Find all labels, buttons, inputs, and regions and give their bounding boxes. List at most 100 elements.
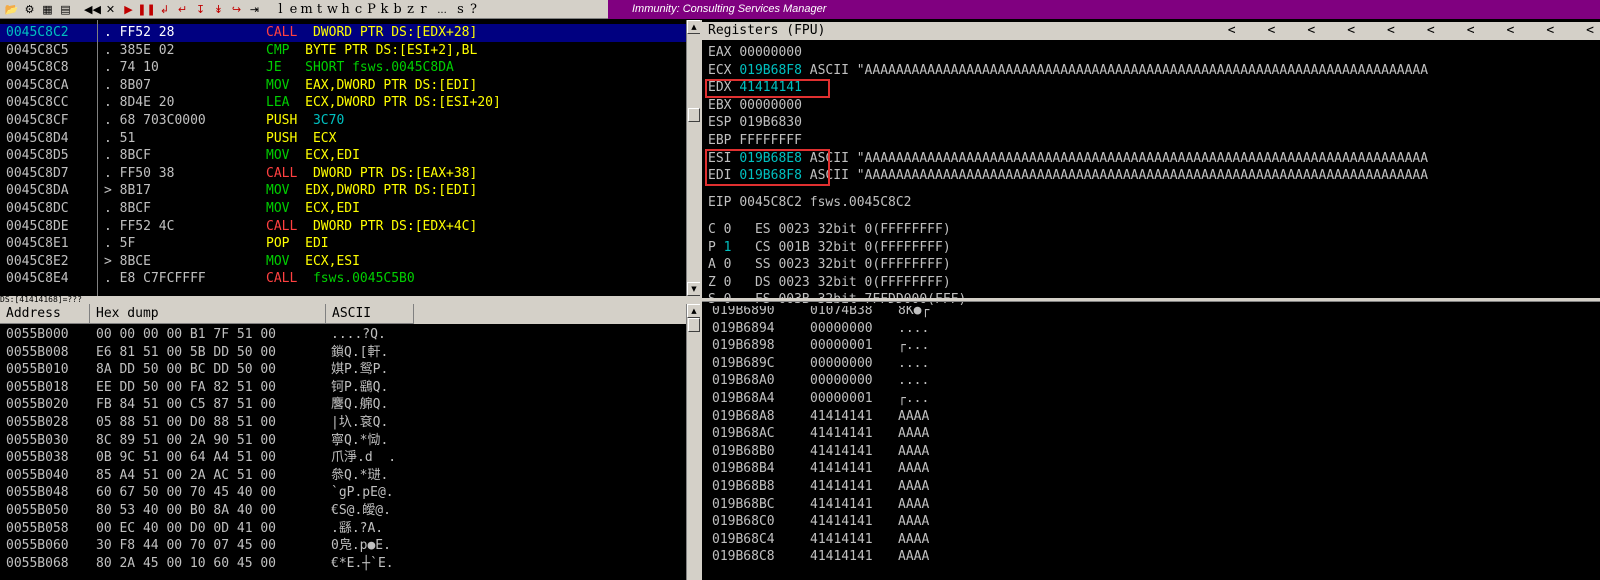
register-value[interactable]: 00000000 <box>739 98 802 113</box>
register-ebp[interactable]: EBP FFFFFFFF <box>708 132 810 150</box>
stack-row[interactable]: 019B68B0 41414141 AAAA <box>712 443 929 461</box>
register-eax[interactable]: EAX 00000000 <box>708 44 810 62</box>
dump-row[interactable]: 0055B060 30 F8 44 00 70 07 45 00 0凫.p●E. <box>0 537 686 555</box>
disasm-row[interactable]: 0045C8CC . 8D4E 20 LEA ECX,DWORD PTR DS:[E… <box>0 94 686 112</box>
play-icon[interactable]: ▶ <box>121 2 136 17</box>
dump-row[interactable]: 0055B058 00 EC 40 00 D0 0D 41 00 .繇.?A. <box>0 520 686 538</box>
horizontal-splitter[interactable] <box>702 298 1600 302</box>
register-arrow-icon[interactable]: < <box>1307 22 1315 40</box>
dump-row[interactable]: 0055B030 8C 89 51 00 2A 90 51 00 寧Q.*恸. <box>0 432 686 450</box>
disasm-row[interactable]: 0045C8C8 . 74 10 JE SHORT fsws.0045C8DA <box>0 59 686 77</box>
toolbar-letter-4[interactable]: w <box>326 2 339 17</box>
dump-row[interactable]: 0055B048 60 67 50 00 70 45 40 00 `gP.pE@. <box>0 484 686 502</box>
flag-row[interactable]: P 1 CS 001B 32bit 0(FFFFFFFF) <box>708 239 951 257</box>
dump-col-address[interactable]: Address <box>0 304 90 324</box>
register-arrow-icon[interactable]: < <box>1268 22 1276 40</box>
register-arrow-icon[interactable]: < <box>1347 22 1355 40</box>
dump-row[interactable]: 0055B038 0B 9C 51 00 64 A4 51 00 爪淨.d . <box>0 449 686 467</box>
eip-value[interactable]: 0045C8C2 <box>739 195 802 210</box>
disasm-row[interactable]: 0045C8E2 > 8BCE MOV ECX,ESI <box>0 253 686 271</box>
scroll-up-arrow-icon[interactable]: ▲ <box>687 20 700 34</box>
disasm-row[interactable]: 0045C8D4 . 51 PUSH ECX <box>0 130 686 148</box>
toolbar-letter-10[interactable]: z <box>404 2 417 17</box>
register-value[interactable]: 019B6830 <box>739 115 802 130</box>
go-to-icon[interactable]: ⇥ <box>247 2 262 17</box>
step-over-icon[interactable]: ↵ <box>175 2 190 17</box>
stack-row[interactable]: 019B68C0 41414141 AAAA <box>712 513 929 531</box>
rewind-icon[interactable]: ◀◀ <box>84 2 101 17</box>
disasm-row[interactable]: 0045C8DE . FF52 4C CALL DWORD PTR DS:[EDX+… <box>0 218 686 236</box>
dump-row[interactable]: 0055B000 00 00 00 00 B1 7F 51 00 ....?Q. <box>0 326 686 344</box>
disasm-row[interactable]: 0045C8DC . 8BCF MOV ECX,EDI <box>0 200 686 218</box>
grid-icon[interactable]: ▦ <box>40 2 55 17</box>
step-into-icon[interactable]: ↲ <box>157 2 172 17</box>
memory-icon[interactable]: ▤ <box>58 2 73 17</box>
disasm-scrollbar[interactable]: ▲ ▼ <box>686 20 700 296</box>
scroll-thumb[interactable] <box>688 108 700 122</box>
register-value[interactable]: FFFFFFFF <box>739 133 802 148</box>
disasm-row[interactable]: 0045C8C2 . FF52 28 CALL DWORD PTR DS:[EDX+… <box>0 24 686 42</box>
register-arrow-icon[interactable]: < <box>1228 22 1236 40</box>
flag-bit[interactable]: 1 <box>724 240 732 255</box>
flag-bit[interactable]: 0 <box>724 257 732 272</box>
stack-row[interactable]: 019B6898 00000001 ┌... <box>712 337 929 355</box>
trace-into-icon[interactable]: ↧ <box>193 2 208 17</box>
dump-row[interactable]: 0055B068 80 2A 45 00 10 60 45 00 €*E.┼`E. <box>0 555 686 573</box>
toolbar-letter-5[interactable]: h <box>339 2 352 17</box>
register-eip[interactable]: EIP 0045C8C2 fsws.0045C8C2 <box>708 194 912 212</box>
dump-row[interactable]: 0055B040 85 A4 51 00 2A AC 51 00 叅Q.*琎. <box>0 467 686 485</box>
stack-row[interactable]: 019B68A0 00000000.... <box>712 372 929 390</box>
toolbar-letter-7[interactable]: P <box>365 2 378 17</box>
dump-col-hex[interactable]: Hex dump <box>90 304 326 324</box>
scroll-down-arrow-icon[interactable]: ▼ <box>687 282 700 296</box>
stack-row[interactable]: 019B68AC 41414141 AAAA <box>712 425 929 443</box>
dump-row[interactable]: 0055B008 E6 81 51 00 5B DD 50 00 鎖Q.[軒. <box>0 344 686 362</box>
stack-row[interactable]: 019B68A4 00000001 ┌... <box>712 390 929 408</box>
toolbar-letter-0[interactable]: l <box>274 2 287 17</box>
column-divider[interactable] <box>97 20 98 296</box>
dump-row[interactable]: 0055B010 8A DD 50 00 BC DD 50 00 娸P.鸳P. <box>0 361 686 379</box>
toolbar-letter-6[interactable]: c <box>352 2 365 17</box>
stack-row[interactable]: 019B68C4 41414141 AAAA <box>712 531 929 549</box>
toolbar-letter-13[interactable]: s <box>454 2 467 17</box>
stack-row[interactable]: 019B68C8 41414141 AAAA <box>712 548 929 566</box>
stack-row[interactable]: 019B68A8 41414141 AAAA <box>712 408 929 426</box>
dump-row[interactable]: 0055B020 FB 84 51 00 C5 87 51 00 麐Q.艊Q. <box>0 396 686 414</box>
flag-bit[interactable]: 0 <box>724 275 732 290</box>
toolbar-letter-1[interactable]: e <box>287 2 300 17</box>
register-value[interactable]: 019B68F8 <box>739 63 802 78</box>
flag-row[interactable]: A 0 SS 0023 32bit 0(FFFFFFFF) <box>708 256 951 274</box>
register-ecx[interactable]: ECX 019B68F8 ASCII "AAAAAAAAAAAAAAAAAAAA… <box>708 62 1428 80</box>
register-value[interactable]: 00000000 <box>739 45 802 60</box>
dump-row[interactable]: 0055B018 EE DD 50 00 FA 82 51 00 钶P.鷂Q. <box>0 379 686 397</box>
disasm-row[interactable]: 0045C8C5 . 385E 02 CMP BYTE PTR DS:[ESI+2]… <box>0 42 686 60</box>
toolbar-letter-3[interactable]: t <box>313 2 326 17</box>
register-ebx[interactable]: EBX 00000000 <box>708 97 810 115</box>
dump-row[interactable]: 0055B050 80 53 40 00 B0 8A 40 00 €S@.皧@. <box>0 502 686 520</box>
execute-till-return-icon[interactable]: ↪ <box>229 2 244 17</box>
register-esp[interactable]: ESP 019B6830 <box>708 114 810 132</box>
stack-row[interactable]: 019B68BC 41414141 AAAA <box>712 496 929 514</box>
scroll-thumb[interactable] <box>688 318 700 332</box>
toolbar-letter-14[interactable]: ? <box>467 2 480 17</box>
flag-bit[interactable]: 0 <box>724 222 732 237</box>
toolbar-letter-11[interactable]: r <box>417 2 430 17</box>
flag-row[interactable]: Z 0 DS 0023 32bit 0(FFFFFFFF) <box>708 274 951 292</box>
stack-row[interactable]: 019B68B4 41414141 AAAA <box>712 460 929 478</box>
disasm-row[interactable]: 0045C8D5 . 8BCF MOV ECX,EDI <box>0 147 686 165</box>
close-icon[interactable]: ✕ <box>103 2 118 17</box>
register-arrow-icon[interactable]: < <box>1387 22 1395 40</box>
stack-row[interactable]: 019B6890 01074B38 8K●┌ <box>712 306 929 320</box>
disasm-row[interactable]: 0045C8D7 . FF50 38 CALL DWORD PTR DS:[EAX+… <box>0 165 686 183</box>
toolbar-letter-12[interactable]: ... <box>430 5 454 16</box>
disasm-row[interactable]: 0045C8E1 . 5F POP EDI <box>0 235 686 253</box>
toolbar-letter-9[interactable]: b <box>391 2 404 17</box>
disasm-row[interactable]: 0045C8CF . 68 703C0000 PUSH 3C70 <box>0 112 686 130</box>
stack-row[interactable]: 019B68B8 41414141 AAAA <box>712 478 929 496</box>
disasm-row[interactable]: 0045C8CA . 8B07 MOV EAX,DWORD PTR DS:[EDI] <box>0 77 686 95</box>
register-arrow-icon[interactable]: < <box>1427 22 1435 40</box>
toolbar-letter-8[interactable]: k <box>378 2 391 17</box>
stack-row[interactable]: 019B6894 00000000.... <box>712 320 929 338</box>
dump-col-ascii[interactable]: ASCII <box>326 304 414 324</box>
registers-header[interactable]: Registers (FPU) < < < < < < < < < < <box>702 22 1600 40</box>
